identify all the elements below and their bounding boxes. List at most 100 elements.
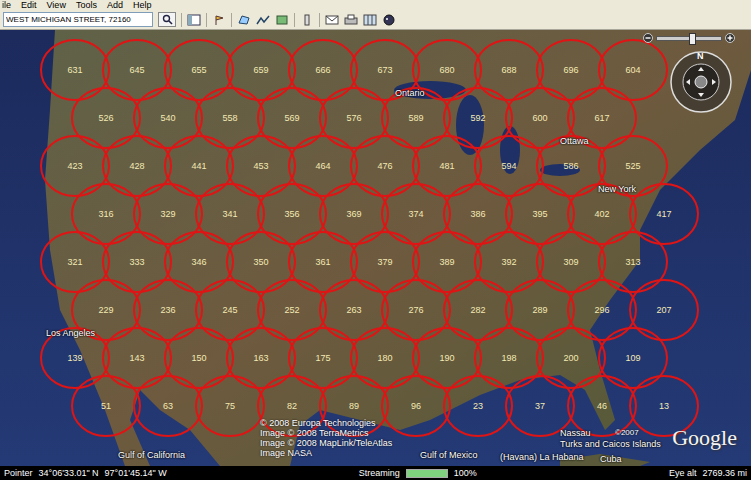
coverage-circle[interactable] xyxy=(444,376,512,436)
coverage-circle[interactable] xyxy=(382,184,450,244)
menu-item[interactable]: Edit xyxy=(21,0,37,10)
navigation-control[interactable]: N xyxy=(669,50,733,114)
sidebar-icon[interactable] xyxy=(187,14,201,26)
coverage-circle[interactable] xyxy=(413,136,481,196)
attribution-line: © 2008 Europa Technologies xyxy=(260,418,392,428)
coverage-circle[interactable] xyxy=(320,280,388,340)
ruler-icon[interactable] xyxy=(300,14,314,26)
coverage-circle[interactable] xyxy=(599,328,667,388)
coverage-circle[interactable] xyxy=(475,232,543,292)
coverage-circle[interactable] xyxy=(258,280,326,340)
sky-icon[interactable] xyxy=(382,14,396,26)
zoom-in-icon[interactable] xyxy=(725,33,735,43)
coverage-circle[interactable] xyxy=(196,280,264,340)
coverage-circle[interactable] xyxy=(475,40,543,100)
coverage-circle[interactable] xyxy=(630,280,698,340)
coverage-circle[interactable] xyxy=(103,328,171,388)
coverage-circle[interactable] xyxy=(444,184,512,244)
coverage-circle[interactable] xyxy=(289,136,357,196)
coverage-circle[interactable] xyxy=(196,88,264,148)
coverage-circle[interactable] xyxy=(506,376,574,436)
coverage-circle[interactable] xyxy=(103,40,171,100)
coverage-circle[interactable] xyxy=(475,136,543,196)
search-button[interactable] xyxy=(158,12,176,27)
coverage-circle[interactable] xyxy=(537,232,605,292)
coverage-circle[interactable] xyxy=(165,136,233,196)
coverage-circle[interactable] xyxy=(103,232,171,292)
circle-label: 282 xyxy=(470,305,485,315)
coverage-circle[interactable] xyxy=(537,328,605,388)
coverage-circle[interactable] xyxy=(72,184,140,244)
coverage-circle[interactable] xyxy=(444,88,512,148)
coverage-circle[interactable] xyxy=(599,40,667,100)
coverage-circle[interactable] xyxy=(599,232,667,292)
map-view-icon[interactable] xyxy=(363,14,377,26)
coverage-circle[interactable] xyxy=(227,328,295,388)
coverage-circle[interactable] xyxy=(165,232,233,292)
path-icon[interactable] xyxy=(256,14,270,26)
coverage-circle[interactable] xyxy=(599,136,667,196)
coverage-circle[interactable] xyxy=(165,40,233,100)
coverage-circle[interactable] xyxy=(413,232,481,292)
polygon-icon[interactable] xyxy=(237,14,251,26)
menu-item[interactable]: Add xyxy=(107,0,123,10)
coverage-circle[interactable] xyxy=(320,88,388,148)
coverage-circle[interactable] xyxy=(227,232,295,292)
coverage-circle[interactable] xyxy=(351,232,419,292)
coverage-circle[interactable] xyxy=(568,280,636,340)
coverage-circle[interactable] xyxy=(196,376,264,436)
coverage-circle[interactable] xyxy=(72,88,140,148)
coverage-circle[interactable] xyxy=(320,184,388,244)
coverage-circle[interactable] xyxy=(630,184,698,244)
coverage-circle[interactable] xyxy=(134,184,202,244)
coverage-circle[interactable] xyxy=(196,184,264,244)
coverage-circle[interactable] xyxy=(41,40,109,100)
coverage-circle[interactable] xyxy=(258,184,326,244)
coverage-circle[interactable] xyxy=(258,88,326,148)
map-view[interactable]: 6316456556596666736806886966045265405585… xyxy=(0,30,751,466)
coverage-circle[interactable] xyxy=(41,232,109,292)
search-field[interactable] xyxy=(3,12,153,27)
coverage-circle[interactable] xyxy=(134,88,202,148)
menu-item[interactable]: View xyxy=(47,0,66,10)
coverage-circle[interactable] xyxy=(289,328,357,388)
menu-item[interactable]: Tools xyxy=(76,0,97,10)
placemark-icon[interactable] xyxy=(212,14,226,26)
coverage-circle[interactable] xyxy=(227,136,295,196)
zoom-slider[interactable] xyxy=(643,33,735,43)
coverage-circle[interactable] xyxy=(382,280,450,340)
coverage-circle[interactable] xyxy=(289,232,357,292)
coverage-circle[interactable] xyxy=(475,328,543,388)
coverage-circle[interactable] xyxy=(568,376,636,436)
coverage-circle[interactable] xyxy=(227,40,295,100)
print-icon[interactable] xyxy=(344,14,358,26)
coverage-circle[interactable] xyxy=(413,328,481,388)
logo-copyright: ©2007 xyxy=(615,428,639,437)
coverage-circle[interactable] xyxy=(568,184,636,244)
coverage-circle[interactable] xyxy=(537,136,605,196)
email-icon[interactable] xyxy=(325,14,339,26)
menu-item[interactable]: ile xyxy=(2,0,11,10)
coverage-circle[interactable] xyxy=(289,40,357,100)
zoom-track[interactable] xyxy=(656,36,722,41)
coverage-circle[interactable] xyxy=(351,328,419,388)
coverage-circle[interactable] xyxy=(351,136,419,196)
circle-label: 558 xyxy=(222,113,237,123)
coverage-circle[interactable] xyxy=(134,280,202,340)
overlay-icon[interactable] xyxy=(275,14,289,26)
coverage-circle[interactable] xyxy=(41,328,109,388)
coverage-circle[interactable] xyxy=(134,376,202,436)
coverage-circle[interactable] xyxy=(103,136,171,196)
coverage-circle[interactable] xyxy=(41,136,109,196)
zoom-knob[interactable] xyxy=(689,33,696,45)
coverage-circle[interactable] xyxy=(382,376,450,436)
coverage-circle[interactable] xyxy=(506,184,574,244)
coverage-circle[interactable] xyxy=(72,376,140,436)
menu-item[interactable]: Help xyxy=(133,0,152,10)
coverage-circle[interactable] xyxy=(506,280,574,340)
coverage-circle[interactable] xyxy=(537,40,605,100)
coverage-circle[interactable] xyxy=(382,88,450,148)
zoom-out-icon[interactable] xyxy=(643,33,653,43)
coverage-circle[interactable] xyxy=(165,328,233,388)
coverage-circle[interactable] xyxy=(444,280,512,340)
